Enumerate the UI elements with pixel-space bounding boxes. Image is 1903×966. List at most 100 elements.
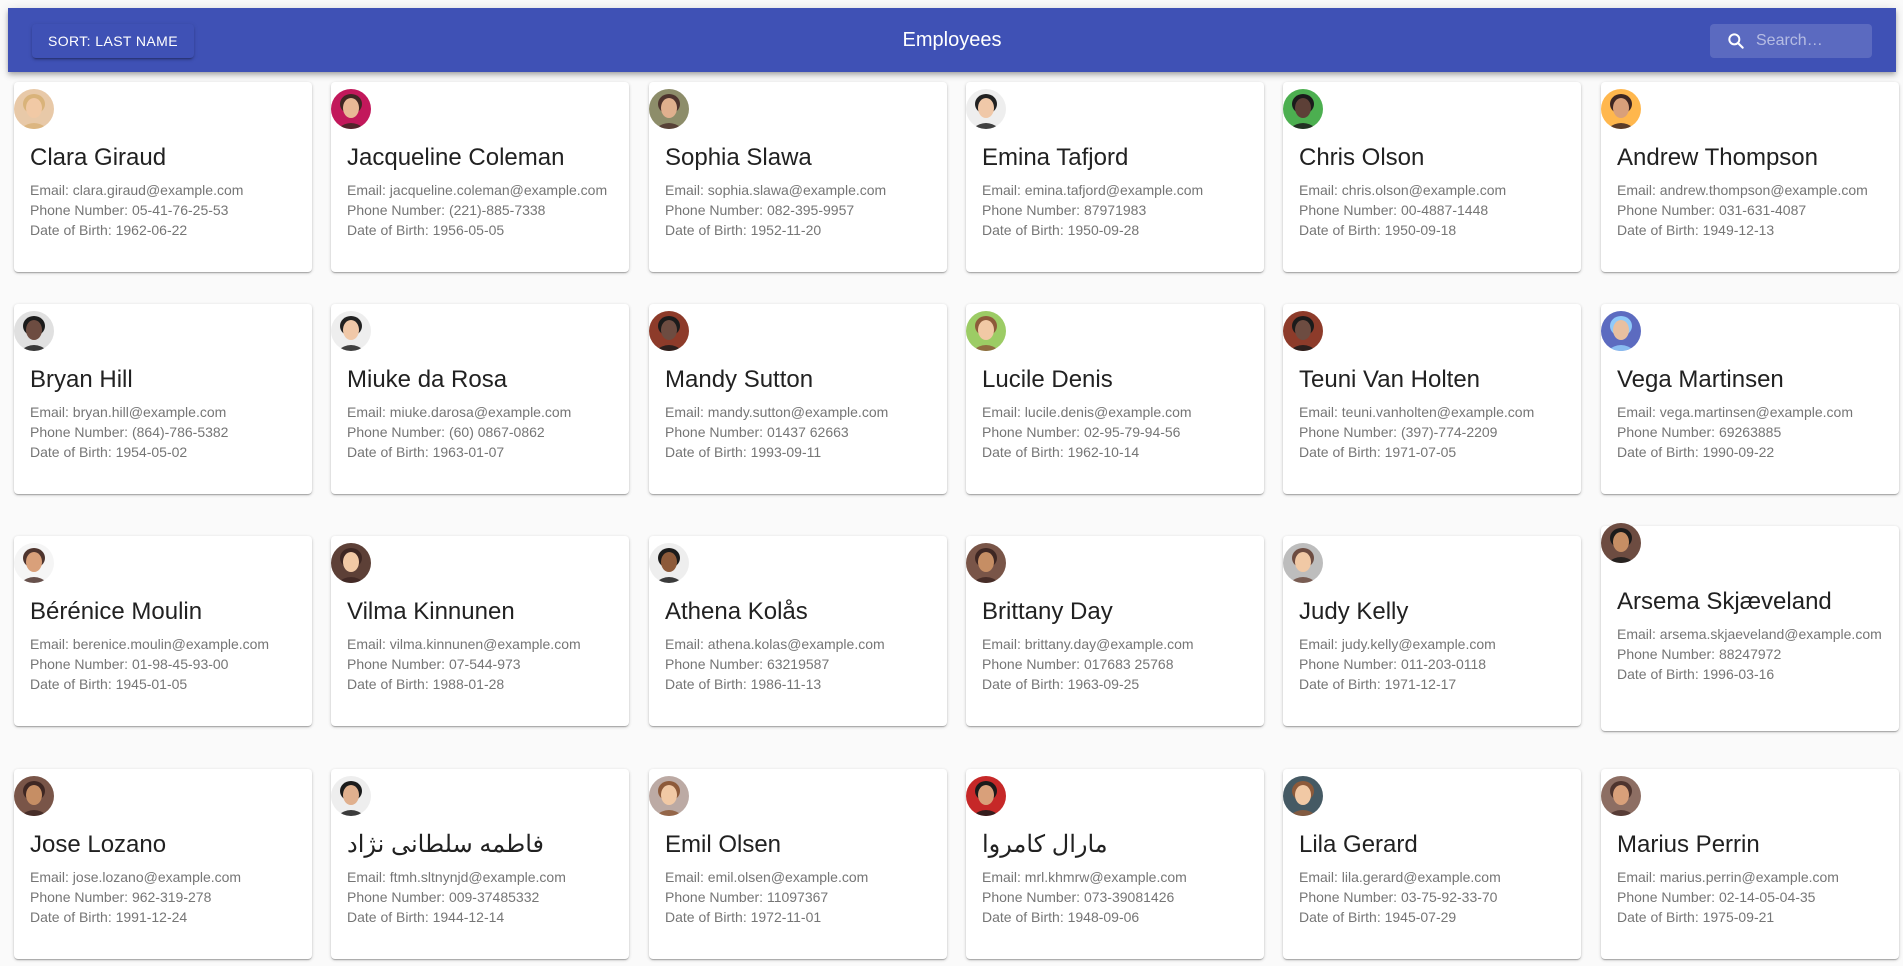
avatar: [331, 311, 371, 351]
phone-value: 00-4887-1448: [1400, 202, 1489, 218]
phone-value: 962-319-278: [131, 889, 212, 905]
employee-card[interactable]: Bérénice Moulin Email: berenice.moulin@e…: [14, 536, 312, 726]
employee-email: Email: miuke.darosa@example.com: [347, 402, 617, 422]
employee-name: Bérénice Moulin: [30, 598, 203, 625]
email-label: Email:: [665, 404, 708, 420]
dob-label: Date of Birth:: [982, 444, 1068, 460]
phone-value: 011-203-0118: [1400, 656, 1487, 672]
employee-dob: Date of Birth: 1972-11-01: [665, 907, 935, 927]
employee-card[interactable]: Chris Olson Email: chris.olson@example.c…: [1283, 82, 1581, 272]
phone-label: Phone Number:: [1617, 646, 1719, 662]
email-value: miuke.darosa@example.com: [389, 404, 572, 420]
dob-value: 1990-09-22: [1702, 444, 1775, 460]
dob-label: Date of Birth:: [30, 222, 116, 238]
dob-value: 1996-03-16: [1702, 666, 1775, 682]
employee-card[interactable]: Andrew Thompson Email: andrew.thompson@e…: [1601, 82, 1899, 272]
employee-name: فاطمه سلطانی نژاد: [347, 831, 544, 858]
avatar: [331, 776, 371, 816]
employee-card[interactable]: Mandy Sutton Email: mandy.sutton@example…: [649, 304, 947, 494]
email-label: Email:: [347, 404, 390, 420]
dob-value: 1948-09-06: [1067, 909, 1140, 925]
avatar: [1283, 89, 1323, 129]
dob-label: Date of Birth:: [347, 222, 433, 238]
email-value: emina.tafjord@example.com: [1024, 182, 1204, 198]
employee-card[interactable]: Jacqueline Coleman Email: jacqueline.col…: [331, 82, 629, 272]
email-value: jose.lozano@example.com: [72, 869, 242, 885]
employee-phone: Phone Number: 69263885: [1617, 422, 1887, 442]
phone-label: Phone Number:: [665, 202, 767, 218]
employee-card[interactable]: Miuke da Rosa Email: miuke.darosa@exampl…: [331, 304, 629, 494]
employee-card[interactable]: Jose Lozano Email: jose.lozano@example.c…: [14, 769, 312, 959]
avatar: [966, 311, 1006, 351]
dob-value: 1950-09-28: [1067, 222, 1140, 238]
employee-card[interactable]: Lucile Denis Email: lucile.denis@example…: [966, 304, 1264, 494]
dob-label: Date of Birth:: [665, 222, 751, 238]
employee-dob: Date of Birth: 1990-09-22: [1617, 442, 1887, 462]
employee-card[interactable]: Marius Perrin Email: marius.perrin@examp…: [1601, 769, 1899, 959]
employee-card[interactable]: Arsema Skjæveland Email: arsema.skjaevel…: [1601, 526, 1899, 731]
employee-email: Email: chris.olson@example.com: [1299, 180, 1569, 200]
employee-card[interactable]: Emina Tafjord Email: emina.tafjord@examp…: [966, 82, 1264, 272]
employee-name: Mandy Sutton: [665, 366, 814, 393]
employee-dob: Date of Birth: 1944-12-14: [347, 907, 617, 927]
avatar: [649, 543, 689, 583]
employee-phone: Phone Number: 017683 25768: [982, 654, 1252, 674]
email-value: judy.kelly@example.com: [1341, 636, 1496, 652]
phone-label: Phone Number:: [30, 889, 132, 905]
email-value: vega.martinsen@example.com: [1659, 404, 1853, 420]
employee-card[interactable]: Lila Gerard Email: lila.gerard@example.c…: [1283, 769, 1581, 959]
email-label: Email:: [347, 869, 390, 885]
employee-email: Email: arsema.skjaeveland@example.com: [1617, 624, 1887, 644]
employee-card[interactable]: مارال کامروا Email: mrl.khmrw@example.co…: [966, 769, 1264, 959]
dob-label: Date of Birth:: [982, 676, 1068, 692]
email-value: athena.kolas@example.com: [707, 636, 885, 652]
employee-name: Lila Gerard: [1299, 831, 1418, 858]
employee-card[interactable]: Sophia Slawa Email: sophia.slawa@example…: [649, 82, 947, 272]
phone-value: 02-95-79-94-56: [1083, 424, 1181, 440]
employee-dob: Date of Birth: 1952-11-20: [665, 220, 935, 240]
employee-card[interactable]: Vilma Kinnunen Email: vilma.kinnunen@exa…: [331, 536, 629, 726]
employee-card[interactable]: Bryan Hill Email: bryan.hill@example.com…: [14, 304, 312, 494]
phone-label: Phone Number:: [665, 424, 767, 440]
dob-label: Date of Birth:: [982, 909, 1068, 925]
phone-label: Phone Number:: [982, 889, 1084, 905]
employee-card[interactable]: Teuni Van Holten Email: teuni.vanholten@…: [1283, 304, 1581, 494]
employee-card[interactable]: Vega Martinsen Email: vega.martinsen@exa…: [1601, 304, 1899, 494]
employee-card[interactable]: Brittany Day Email: brittany.day@example…: [966, 536, 1264, 726]
employee-grid: Clara Giraud Email: clara.giraud@example…: [0, 0, 1903, 966]
phone-label: Phone Number:: [1299, 889, 1401, 905]
employee-email: Email: mandy.sutton@example.com: [665, 402, 935, 422]
employee-dob: Date of Birth: 1950-09-28: [982, 220, 1252, 240]
dob-value: 1956-05-05: [432, 222, 505, 238]
phone-value: 031-631-4087: [1718, 202, 1807, 218]
employee-email: Email: judy.kelly@example.com: [1299, 634, 1569, 654]
employee-email: Email: lila.gerard@example.com: [1299, 867, 1569, 887]
phone-value: 07-544-973: [448, 656, 521, 672]
employee-email: Email: bryan.hill@example.com: [30, 402, 300, 422]
email-label: Email:: [1617, 626, 1660, 642]
dob-label: Date of Birth:: [347, 909, 433, 925]
employee-phone: Phone Number: 00-4887-1448: [1299, 200, 1569, 220]
dob-label: Date of Birth:: [30, 909, 116, 925]
employee-dob: Date of Birth: 1993-09-11: [665, 442, 935, 462]
phone-value: 01437 62663: [766, 424, 849, 440]
employee-name: Judy Kelly: [1299, 598, 1409, 625]
phone-label: Phone Number:: [665, 656, 767, 672]
employee-dob: Date of Birth: 1971-07-05: [1299, 442, 1569, 462]
employee-card[interactable]: Emil Olsen Email: emil.olsen@example.com…: [649, 769, 947, 959]
employee-card[interactable]: فاطمه سلطانی نژاد Email: ftmh.sltnynjd@e…: [331, 769, 629, 959]
avatar: [1601, 89, 1641, 129]
phone-value: 05-41-76-25-53: [131, 202, 229, 218]
email-value: ftmh.sltnynjd@example.com: [389, 869, 566, 885]
employee-card[interactable]: Clara Giraud Email: clara.giraud@example…: [14, 82, 312, 272]
employee-dob: Date of Birth: 1950-09-18: [1299, 220, 1569, 240]
phone-value: 87971983: [1083, 202, 1147, 218]
employee-card[interactable]: Judy Kelly Email: judy.kelly@example.com…: [1283, 536, 1581, 726]
email-label: Email:: [30, 404, 73, 420]
phone-value: 082-395-9957: [766, 202, 855, 218]
employee-card[interactable]: Athena Kolås Email: athena.kolas@example…: [649, 536, 947, 726]
dob-label: Date of Birth:: [1617, 666, 1703, 682]
email-label: Email:: [982, 404, 1025, 420]
employee-phone: Phone Number: 962-319-278: [30, 887, 300, 907]
employee-email: Email: jacqueline.coleman@example.com: [347, 180, 617, 200]
